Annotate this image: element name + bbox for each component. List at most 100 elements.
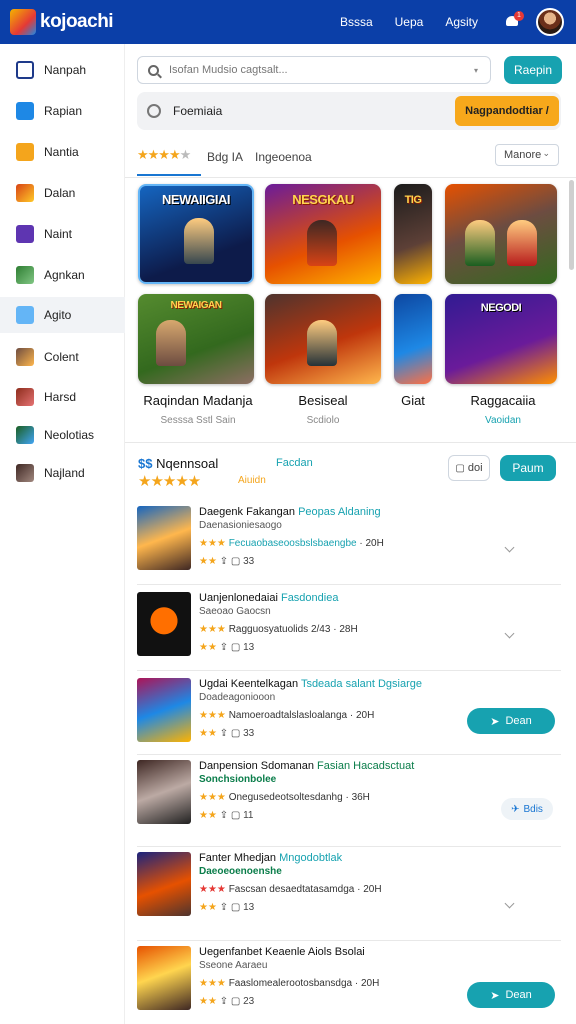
- tab-bar: ★★★★★ Bdg IA Ingeoenoa Manore ⌄: [137, 144, 561, 176]
- game-tile-6[interactable]: [265, 294, 381, 384]
- notification-bell-icon[interactable]: 1: [504, 11, 524, 30]
- share-button-label: Bdis: [523, 803, 543, 815]
- game-banner: NESGKAU: [292, 192, 354, 207]
- game-tile-2[interactable]: NESGKAU: [265, 184, 381, 284]
- action-button-label: Dean: [505, 989, 532, 1001]
- bird-icon: ✈: [511, 803, 520, 815]
- list-item[interactable]: Danpension Sdomanan Fasian Hacadsctuat S…: [125, 760, 561, 844]
- game-tile-5[interactable]: NEWAIGAN: [138, 294, 254, 384]
- game-tile-4[interactable]: [445, 184, 557, 284]
- list-item-meta: ★★ ⇪ ▢ 33: [199, 556, 255, 567]
- list-item-title: Uegenfanbet Keaenle Aiols Bsolai: [199, 946, 365, 958]
- chevron-down-icon[interactable]: ▾: [474, 66, 478, 75]
- list-item[interactable]: Uanjenlonedaiai Fasdondiea Saeoao Gaocsn…: [125, 592, 561, 676]
- sidebar-item-1[interactable]: Nanpah: [0, 52, 125, 88]
- list-item[interactable]: Uegenfanbet Keaenle Aiols Bsolai Sseone …: [125, 946, 561, 1024]
- sidebar-item-2[interactable]: Rapian: [0, 93, 125, 129]
- rating-stars-icon[interactable]: ★★★★★: [137, 147, 191, 163]
- list-item[interactable]: Fanter Mhedjan Mngodobtlak Daeoeoenoensh…: [125, 852, 561, 936]
- featured-title-text: Nqennsoal: [156, 456, 219, 471]
- sidebar-item-11[interactable]: Najland: [0, 455, 125, 491]
- list-item-subtitle: Sseone Aaraeu: [199, 960, 268, 971]
- featured-link[interactable]: Facdan: [276, 457, 313, 469]
- sidebar-item-label: Rapian: [44, 104, 83, 118]
- app-icon: [16, 102, 34, 120]
- sidebar-item-label: Najland: [44, 466, 85, 480]
- primary-button[interactable]: Paum: [500, 455, 556, 481]
- sort-dropdown[interactable]: Manore ⌄: [495, 144, 559, 166]
- list-item-subtitle: Sonchsionbolee: [199, 774, 277, 785]
- list-item[interactable]: Daegenk Fakangan Peopas Aldaning Daenasi…: [125, 506, 561, 590]
- list-item-meta: ★★ ⇪ ▢ 33: [199, 728, 255, 739]
- game-subtitle: Sesssa Sstl Sain: [160, 415, 236, 426]
- nav-item-3[interactable]: Agsity: [445, 15, 478, 29]
- sidebar-item-8[interactable]: Colent: [0, 339, 125, 375]
- app-title[interactable]: kojoachi: [40, 11, 114, 33]
- app-logo-icon[interactable]: [10, 9, 36, 35]
- sidebar-item-4[interactable]: Dalan: [0, 175, 125, 211]
- search-field[interactable]: Isofan Mudsio cagtsalt... ▾: [137, 56, 491, 84]
- chevron-down-icon[interactable]: [504, 628, 515, 639]
- list-item-rating: ★★★ Namoeroadtalslasloalanga · 20H: [199, 710, 375, 721]
- sidebar-item-label: Nantia: [44, 145, 79, 159]
- nav-item-1[interactable]: Bsssa: [340, 15, 373, 29]
- sidebar-item-label: Colent: [44, 350, 79, 364]
- divider: [137, 670, 561, 671]
- divider: [137, 940, 561, 941]
- game-icon: [16, 143, 34, 161]
- list-item-title: Uanjenlonedaiai Fasdondiea: [199, 592, 339, 604]
- game-tile-8[interactable]: NEGODI: [445, 294, 557, 384]
- divider: [125, 442, 576, 443]
- list-item-rating: ★★★ Faaslomealerootosbansdga · 20H: [199, 978, 380, 989]
- sidebar-item-label: Neolotias: [44, 428, 95, 442]
- game-banner: TIG: [404, 194, 422, 206]
- list-item-meta: ★★ ⇪ ▢ 11: [199, 810, 254, 821]
- chevron-down-icon[interactable]: [504, 542, 515, 553]
- sidebar-item-3[interactable]: Nantia: [0, 134, 125, 170]
- edit-icon: ▢: [455, 462, 465, 474]
- game-title[interactable]: Giat: [390, 393, 436, 408]
- game-tile-3[interactable]: TIG: [394, 184, 432, 284]
- filter-action-button[interactable]: Nagpandodtiar /: [455, 96, 559, 126]
- game-title[interactable]: Besiseal: [265, 393, 381, 408]
- search-placeholder: Isofan Mudsio cagtsalt...: [169, 64, 288, 76]
- photo-icon: [16, 348, 34, 366]
- scrollbar[interactable]: [569, 180, 574, 270]
- share-button[interactable]: ✈ Bdis: [501, 798, 553, 820]
- game-tile-1[interactable]: NEWAIIGIAI: [138, 184, 254, 284]
- game-banner: NEGODI: [480, 302, 522, 314]
- chevron-down-icon[interactable]: [504, 898, 515, 909]
- tab-second[interactable]: Ingeoenoa: [255, 150, 312, 164]
- list-item[interactable]: Ugdai Keentelkagan Tsdeada salant Dgsiar…: [125, 678, 561, 762]
- list-item-subtitle: Saeoao Gaocsn: [199, 606, 271, 617]
- action-button[interactable]: ➤ Dean: [467, 708, 555, 734]
- sidebar-item-7[interactable]: Agito: [0, 297, 125, 333]
- secondary-button[interactable]: ▢ doi: [448, 455, 490, 481]
- nav-item-2[interactable]: Uepa: [395, 15, 424, 29]
- sidebar-item-5[interactable]: Naint: [0, 216, 125, 252]
- sidebar-item-6[interactable]: Agnkan: [0, 257, 125, 293]
- filter-label: Foemiaia: [173, 104, 223, 118]
- action-button[interactable]: ➤ Dean: [467, 982, 555, 1008]
- sidebar-item-label: Nanpah: [44, 63, 87, 77]
- game-banner: NEWAIIGIAI: [162, 192, 230, 207]
- user-avatar[interactable]: [536, 8, 564, 36]
- sidebar-item-label: Harsd: [44, 390, 77, 404]
- send-icon: ➤: [490, 989, 500, 1002]
- active-tab-indicator: [137, 174, 201, 176]
- divider: [137, 846, 561, 847]
- list-item-meta: ★★ ⇪ ▢ 23: [199, 996, 255, 1007]
- tab-rating[interactable]: Bdg IA: [207, 150, 243, 164]
- game-title[interactable]: Raggacaiia: [445, 393, 561, 408]
- list-item-rating: ★★★ Fascsan desaedtatasamdga · 20H: [199, 884, 382, 895]
- list-item-title: Fanter Mhedjan Mngodobtlak: [199, 852, 343, 864]
- divider: [137, 584, 561, 585]
- sidebar-item-label: Agito: [44, 308, 72, 322]
- send-icon: ➤: [490, 715, 500, 728]
- sidebar-item-10[interactable]: Neolotias: [0, 417, 125, 453]
- sidebar-item-9[interactable]: Harsd: [0, 379, 125, 415]
- sort-dropdown-label: Manore: [504, 149, 542, 161]
- game-tile-7[interactable]: [394, 294, 432, 384]
- search-button[interactable]: Raepin: [504, 56, 562, 84]
- game-title[interactable]: Raqindan Madanja: [136, 393, 260, 408]
